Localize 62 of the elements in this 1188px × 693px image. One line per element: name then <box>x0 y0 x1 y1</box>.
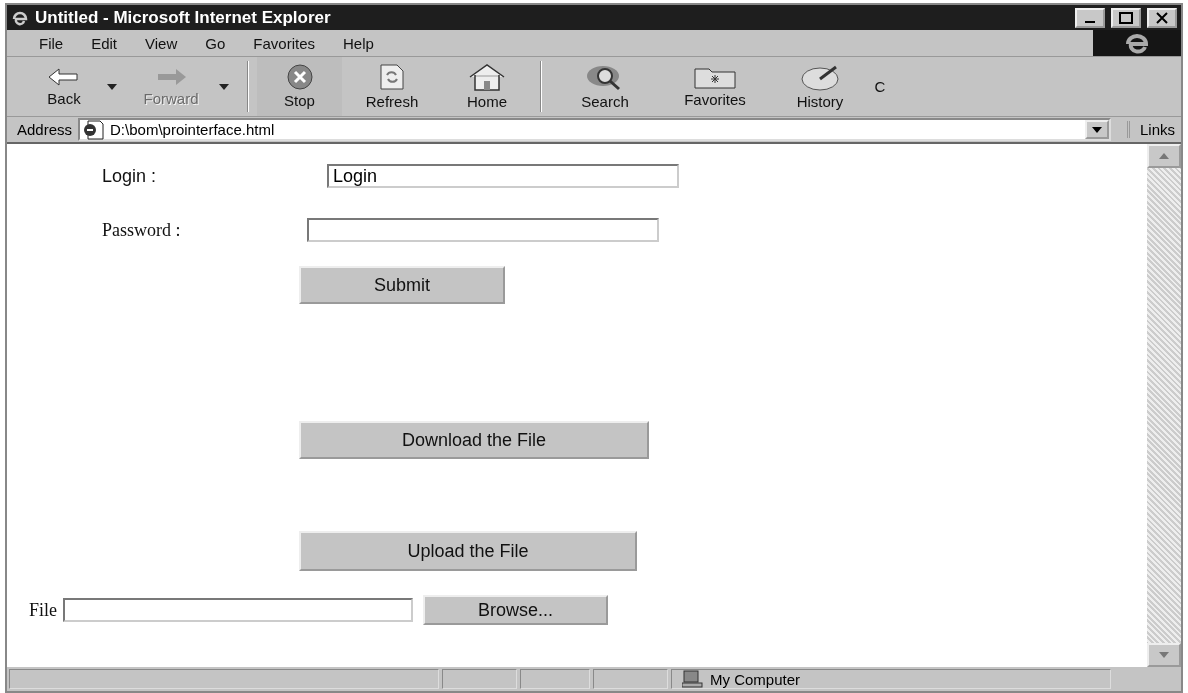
button-label: Refresh <box>365 93 419 110</box>
button-label: C <box>874 78 886 95</box>
dropdown-button[interactable] <box>1084 120 1109 139</box>
status-zone: My Computer <box>671 669 1111 689</box>
window-title: Untitled - Microsoft Internet Explorer <box>35 7 332 28</box>
button-label: History <box>796 93 844 110</box>
file-field[interactable] <box>63 598 413 622</box>
scroll-down-button[interactable] <box>1147 643 1181 667</box>
scrollbar[interactable] <box>1147 144 1181 667</box>
minimize-icon <box>1085 20 1095 23</box>
button-label: Favorites <box>684 91 746 108</box>
minimize-button[interactable] <box>1075 7 1105 28</box>
maximize-button[interactable] <box>1111 7 1141 28</box>
page-icon <box>82 119 105 140</box>
button-label: Forward <box>143 90 199 107</box>
status-panel <box>520 669 590 689</box>
folder-icon <box>693 65 737 89</box>
field-label: Password : <box>102 219 182 241</box>
menu-item[interactable]: Edit <box>77 34 132 52</box>
caret-icon <box>219 83 229 90</box>
menu-item[interactable]: File <box>25 34 78 52</box>
download-button[interactable]: Download the File <box>299 421 649 459</box>
toolbar-button[interactable]: Home <box>442 57 532 116</box>
toolbar-button[interactable]: Refresh <box>342 57 442 116</box>
up-arrow-icon <box>1159 153 1169 159</box>
house-icon <box>467 63 507 91</box>
stop-icon <box>285 64 314 90</box>
toolbar-button[interactable]: Back <box>25 57 127 116</box>
button-label: Back <box>47 90 81 107</box>
computer-icon <box>682 670 704 688</box>
address-label: Address <box>17 121 73 138</box>
left-arrow-icon <box>47 66 81 88</box>
field-label: File <box>29 599 57 621</box>
menu-item[interactable]: Help <box>329 34 388 52</box>
button-label: Stop <box>284 92 315 109</box>
close-button[interactable] <box>1147 7 1177 28</box>
menu-item[interactable]: Go <box>191 34 240 52</box>
toolbar-button[interactable]: C <box>870 57 890 116</box>
links-button[interactable]: Links <box>1126 121 1175 138</box>
input-field[interactable]: Login <box>327 164 679 188</box>
menu-item[interactable]: Favorites <box>239 34 329 52</box>
sundial-icon <box>798 63 842 91</box>
close-icon <box>1156 11 1168 24</box>
scroll-up-button[interactable] <box>1147 144 1181 168</box>
toolbar-button[interactable]: History <box>770 57 870 116</box>
toolbar-button[interactable]: Search <box>550 57 660 116</box>
toolbar-button[interactable]: Stop <box>257 57 342 116</box>
submit-button[interactable]: Submit <box>299 266 505 304</box>
button-label: Search <box>581 93 629 110</box>
down-arrow-icon <box>1159 652 1169 658</box>
upload-button[interactable]: Upload the File <box>299 531 637 571</box>
maximize-icon <box>1119 11 1133 24</box>
refresh-icon <box>379 63 405 91</box>
browse-button[interactable]: Browse... <box>423 595 608 625</box>
field-label: Login : <box>102 165 158 187</box>
password-field[interactable] <box>307 218 659 242</box>
caret-icon <box>1091 126 1102 133</box>
address-field[interactable]: D:\bom\prointerface.html <box>78 118 1111 141</box>
menu-item[interactable]: View <box>131 34 192 52</box>
caret-icon <box>107 83 117 90</box>
button-label: Home <box>467 93 507 110</box>
toolbar-button[interactable]: Favorites <box>660 57 770 116</box>
